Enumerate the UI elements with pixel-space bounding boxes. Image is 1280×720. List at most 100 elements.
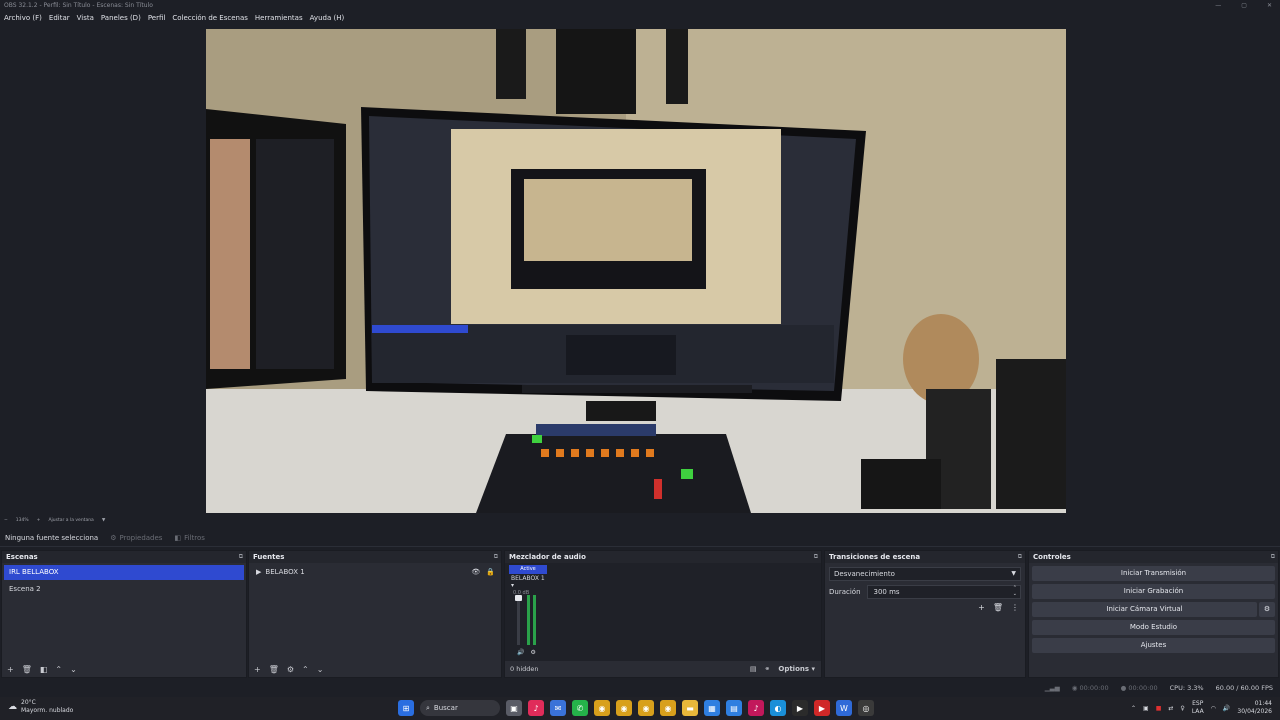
zoom-plus-button[interactable]: +: [37, 518, 41, 523]
duration-stepper-icon[interactable]: ⌃ ⌄: [1013, 585, 1017, 597]
zoom-level: 134%: [15, 517, 29, 523]
chrome-icon-2[interactable]: ◉: [616, 700, 632, 716]
more-options-icon[interactable]: ⋮: [1011, 603, 1019, 612]
chevron-down-icon[interactable]: ▼: [102, 518, 105, 523]
menu-editar[interactable]: Editar: [49, 12, 70, 24]
audio-mixer-dock: Mezclador de audio ⧉ Active BELABOX 1 ▾ …: [504, 550, 822, 678]
weather-widget[interactable]: ☁ 20°C Mayorm. nublado: [8, 699, 73, 715]
undock-icon[interactable]: ⧉: [494, 551, 498, 563]
mixer-settings-icon[interactable]: ⚙: [530, 649, 535, 656]
mixer-options-label: Options: [778, 665, 810, 673]
remove-scene-icon[interactable]: 🗑: [22, 665, 32, 674]
menu-herramientas[interactable]: Herramientas: [255, 12, 303, 24]
menu-coleccion-escenas[interactable]: Colección de Escenas: [172, 12, 248, 24]
filters-button[interactable]: ◧ Filtros: [174, 534, 204, 542]
studio-mode-button[interactable]: Modo Estudio: [1032, 620, 1275, 635]
fps-readout: 60.00 / 60.00 FPS: [1215, 684, 1273, 692]
duration-input[interactable]: 300 ms ⌃ ⌄: [866, 585, 1021, 599]
media-player-icon[interactable]: ▶: [792, 700, 808, 716]
move-up-icon[interactable]: ⌃: [302, 665, 309, 674]
chevron-up-icon[interactable]: ⌃: [1131, 705, 1136, 712]
remove-source-icon[interactable]: 🗑: [269, 665, 279, 674]
transition-duration-row: Duración 300 ms ⌃ ⌄: [829, 585, 1021, 599]
taskbar-search[interactable]: ⌕ Buscar: [420, 700, 500, 716]
obs-icon[interactable]: ◎: [858, 700, 874, 716]
stream-time: 00:00:00: [1079, 684, 1109, 692]
add-transition-icon[interactable]: +: [978, 603, 985, 612]
undock-icon[interactable]: ⧉: [814, 551, 818, 563]
calculator-icon[interactable]: ▤: [726, 700, 742, 716]
speaker-icon[interactable]: 🔊: [517, 649, 524, 656]
maximize-button[interactable]: ▢: [1241, 0, 1247, 11]
menu-paneles[interactable]: Paneles (D): [101, 12, 141, 24]
chrome-icon-3[interactable]: ◉: [638, 700, 654, 716]
network-tray-icon[interactable]: ⇄: [1168, 705, 1173, 712]
mixer-channel-label: BELABOX 1: [511, 575, 545, 582]
source-item-belabox-1[interactable]: ▶ BELABOX 1 👁 🔒: [251, 565, 499, 580]
move-down-icon[interactable]: ⌄: [317, 665, 324, 674]
mixer-link-icon[interactable]: ⚭: [765, 665, 771, 673]
taskbar-clock[interactable]: 01:44 30/04/2026: [1237, 700, 1272, 716]
minimize-button[interactable]: —: [1215, 0, 1221, 11]
mail-app-icon[interactable]: ✉: [550, 700, 566, 716]
properties-button[interactable]: ⚙ Propiedades: [110, 534, 162, 542]
mixer-channel-name[interactable]: BELABOX 1 ▾: [509, 574, 547, 590]
lock-icon[interactable]: 🔒: [486, 565, 495, 580]
undock-icon[interactable]: ⧉: [1018, 551, 1022, 563]
language-indicator[interactable]: ESP LAA: [1192, 700, 1204, 716]
task-view-icon[interactable]: ▣: [506, 700, 522, 716]
remove-transition-icon[interactable]: 🗑: [993, 603, 1003, 612]
tiktok-icon[interactable]: ♪: [748, 700, 764, 716]
chevron-down-icon: ▼: [1011, 570, 1016, 577]
visibility-eye-icon[interactable]: 👁: [471, 565, 480, 580]
wifi-icon[interactable]: ◠: [1211, 705, 1216, 712]
source-toolbar: Ninguna fuente selecciona ⚙ Propiedades …: [0, 529, 1280, 547]
menu-archivo[interactable]: Archivo (F): [4, 12, 42, 24]
start-stream-button[interactable]: Iniciar Transmisión: [1032, 566, 1275, 581]
tray-app-icon[interactable]: ▣: [1143, 705, 1149, 712]
mixer-options-button[interactable]: Options ▾: [778, 665, 821, 673]
music-app-icon[interactable]: ♪: [528, 700, 544, 716]
move-up-icon[interactable]: ⌃: [55, 665, 62, 674]
move-down-icon[interactable]: ⌄: [70, 665, 77, 674]
microphone-icon[interactable]: ♀: [1180, 705, 1184, 712]
mixer-toolbar: 0 hidden ▤ ⚭ Options ▾: [505, 661, 821, 677]
start-virtual-cam-button[interactable]: Iniciar Cámara Virtual: [1032, 602, 1257, 617]
volume-icon[interactable]: 🔊: [1223, 705, 1230, 712]
scene-filters-icon[interactable]: ◧: [40, 665, 48, 674]
volume-slider[interactable]: [515, 595, 522, 645]
menu-perfil[interactable]: Perfil: [148, 12, 166, 24]
store-icon[interactable]: ▦: [704, 700, 720, 716]
transition-type-select[interactable]: Desvanecimiento ▼: [829, 567, 1021, 581]
zoom-minus-button[interactable]: −: [4, 518, 8, 523]
word-icon[interactable]: W: [836, 700, 852, 716]
status-bar: ▁▃▅ ◉ 00:00:00 ● 00:00:00 CPU: 3.3% 60.0…: [0, 680, 1280, 696]
chrome-icon-4[interactable]: ◉: [660, 700, 676, 716]
start-record-button[interactable]: Iniciar Grabación: [1032, 584, 1275, 599]
program-preview[interactable]: [206, 29, 1066, 513]
whatsapp-icon[interactable]: ✆: [572, 700, 588, 716]
recording-tray-icon[interactable]: ■: [1156, 705, 1162, 712]
edge-icon[interactable]: ◐: [770, 700, 786, 716]
settings-button[interactable]: Ajustes: [1032, 638, 1275, 653]
add-source-icon[interactable]: +: [254, 665, 261, 674]
close-button[interactable]: ✕: [1267, 0, 1272, 11]
source-settings-icon[interactable]: ⚙: [287, 665, 294, 674]
scene-item-irl-bellabox[interactable]: IRL BELLABOX: [4, 565, 244, 580]
undock-icon[interactable]: ⧉: [1271, 551, 1275, 563]
zoom-fit-select[interactable]: Ajustar a la ventana: [48, 518, 93, 523]
file-explorer-icon[interactable]: ▬: [682, 700, 698, 716]
menu-ayuda[interactable]: Ayuda (H): [310, 12, 345, 24]
menu-vista[interactable]: Vista: [77, 12, 94, 24]
chrome-icon-1[interactable]: ◉: [594, 700, 610, 716]
add-scene-icon[interactable]: +: [7, 665, 14, 674]
system-tray: ⌃ ▣ ■ ⇄ ♀ ESP LAA ◠ 🔊 01:44 30/04/2026: [1131, 700, 1272, 716]
sources-toolbar: + 🗑 ⚙ ⌃ ⌄: [249, 661, 501, 677]
record-status: ● 00:00:00: [1121, 684, 1158, 692]
youtube-icon[interactable]: ▶: [814, 700, 830, 716]
windows-start-icon[interactable]: ⊞: [398, 700, 414, 716]
virtual-cam-settings-gear-icon[interactable]: ⚙: [1259, 602, 1275, 617]
scene-item-escena-2[interactable]: Escena 2: [4, 582, 244, 597]
mixer-layout-icon[interactable]: ▤: [750, 665, 757, 673]
undock-icon[interactable]: ⧉: [239, 551, 243, 563]
